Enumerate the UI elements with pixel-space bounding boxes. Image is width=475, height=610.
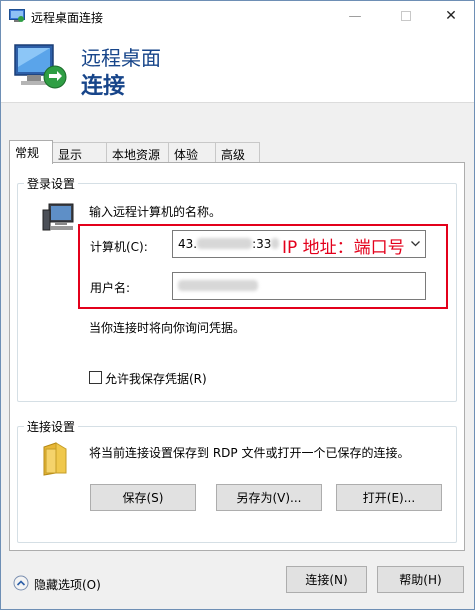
title-bar[interactable]: 远程桌面连接 — ✕ [1, 1, 474, 31]
save-as-button[interactable]: 另存为(V)... [216, 484, 322, 511]
minimize-icon: — [348, 8, 362, 24]
close-button[interactable]: ✕ [428, 1, 474, 31]
minimize-button[interactable]: — [332, 1, 378, 31]
remote-desktop-window: 远程桌面连接 — ✕ 远程桌面 连接 常规 显示 本地资源 体验 高级 登录设置… [0, 0, 475, 610]
credential-note: 当你连接时将向你询问凭据。 [89, 321, 246, 335]
chevron-down-icon[interactable] [410, 238, 421, 249]
header-title-line2: 连接 [81, 74, 126, 99]
hide-options-label[interactable]: 隐藏选项(O) [34, 576, 101, 593]
connection-description: 将当前连接设置保存到 RDP 文件或打开一个已保存的连接。 [89, 446, 410, 460]
maximize-button[interactable] [383, 1, 429, 31]
username-input[interactable] [172, 272, 426, 300]
tab-local-resources[interactable]: 本地资源 [106, 142, 169, 163]
connection-settings-label: 连接设置 [24, 418, 79, 435]
open-button[interactable]: 打开(E)... [336, 484, 442, 511]
folder-icon [43, 442, 67, 476]
header-banner: 远程桌面 连接 [1, 31, 474, 103]
login-settings-label: 登录设置 [24, 175, 79, 192]
save-credentials-checkbox[interactable] [89, 371, 102, 384]
header-title-line1: 远程桌面 [81, 46, 161, 70]
username-value [178, 279, 258, 293]
connect-button[interactable]: 连接(N) [286, 566, 367, 593]
window-title: 远程桌面连接 [31, 11, 104, 25]
remote-desktop-app-icon [9, 9, 25, 22]
help-button[interactable]: 帮助(H) [377, 566, 464, 593]
ip-port-annotation: IP 地址：端口号 [282, 238, 405, 258]
computer-value: 43.:33 [178, 237, 280, 251]
computer-label: 计算机(C): [90, 240, 148, 254]
computer-name-prompt: 输入远程计算机的名称。 [89, 205, 222, 219]
maximize-icon [401, 11, 411, 21]
remote-desktop-monitor-icon [14, 44, 67, 89]
login-settings-group: 登录设置 输入远程计算机的名称。 计算机(C): 43.:33 IP 地址：端… [17, 175, 457, 402]
username-label: 用户名: [90, 281, 131, 295]
tab-general[interactable]: 常规 [9, 140, 53, 164]
save-button[interactable]: 保存(S) [90, 484, 196, 511]
collapse-up-icon[interactable] [13, 575, 29, 591]
computer-icon [42, 203, 74, 231]
close-icon: ✕ [445, 8, 457, 24]
save-credentials-label[interactable]: 允许我保存凭据(R) [105, 370, 207, 387]
general-tab-panel: 登录设置 输入远程计算机的名称。 计算机(C): 43.:33 IP 地址：端… [9, 162, 465, 551]
tab-experience[interactable]: 体验 [168, 142, 216, 163]
tab-advanced[interactable]: 高级 [215, 142, 260, 163]
tab-display[interactable]: 显示 [52, 142, 107, 163]
connection-settings-group: 连接设置 将当前连接设置保存到 RDP 文件或打开一个已保存的连接。 保存(S)… [17, 418, 457, 543]
